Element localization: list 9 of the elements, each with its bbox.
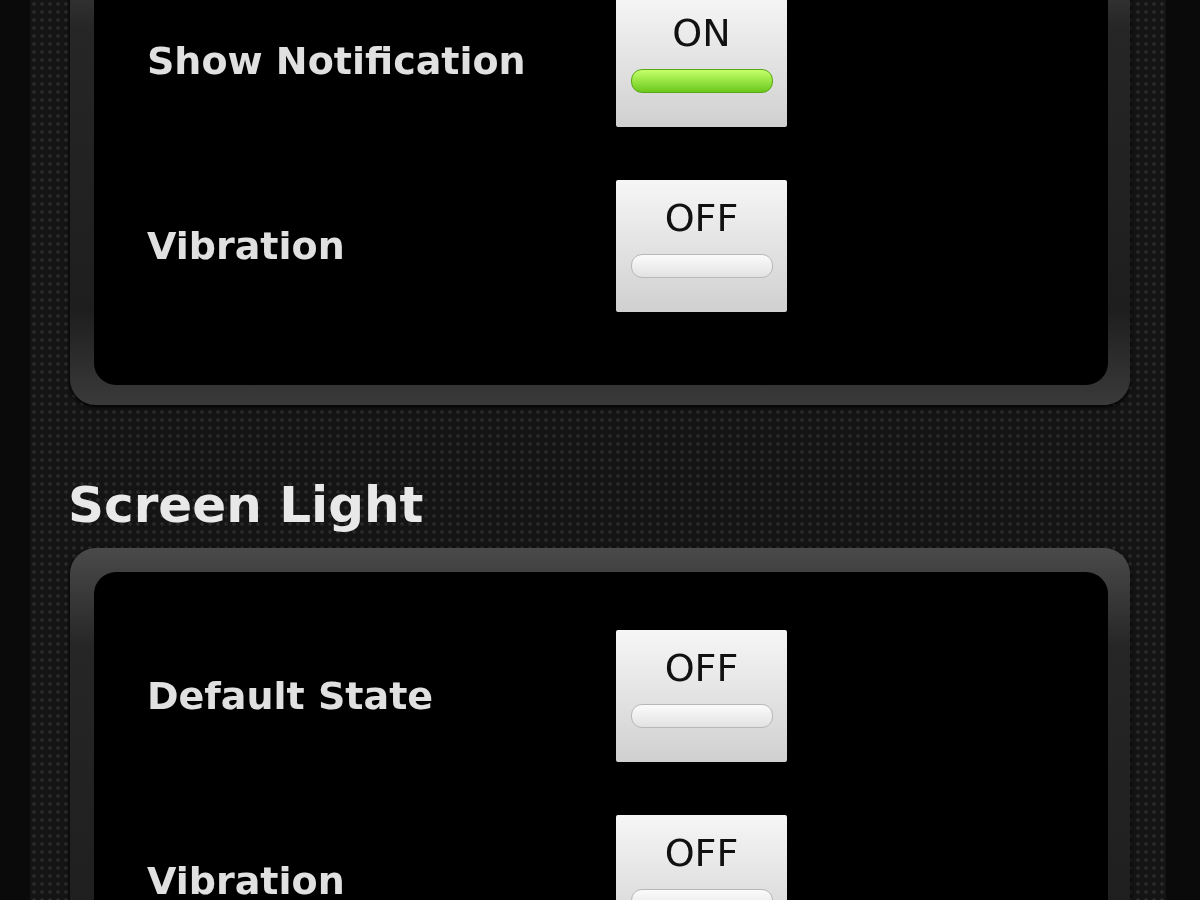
setting-label: Default State: [147, 674, 435, 718]
toggle-button[interactable]: OFF: [616, 815, 787, 900]
setting-label: Vibration: [147, 859, 346, 900]
section-heading: Screen Light: [68, 475, 425, 535]
setting-label: Show Notification: [147, 39, 527, 83]
setting-label: Vibration: [147, 224, 346, 268]
toggle-button[interactable]: OFF: [616, 180, 787, 312]
toggle-button[interactable]: OFF: [616, 630, 787, 762]
toggle-button[interactable]: ON: [616, 0, 787, 127]
